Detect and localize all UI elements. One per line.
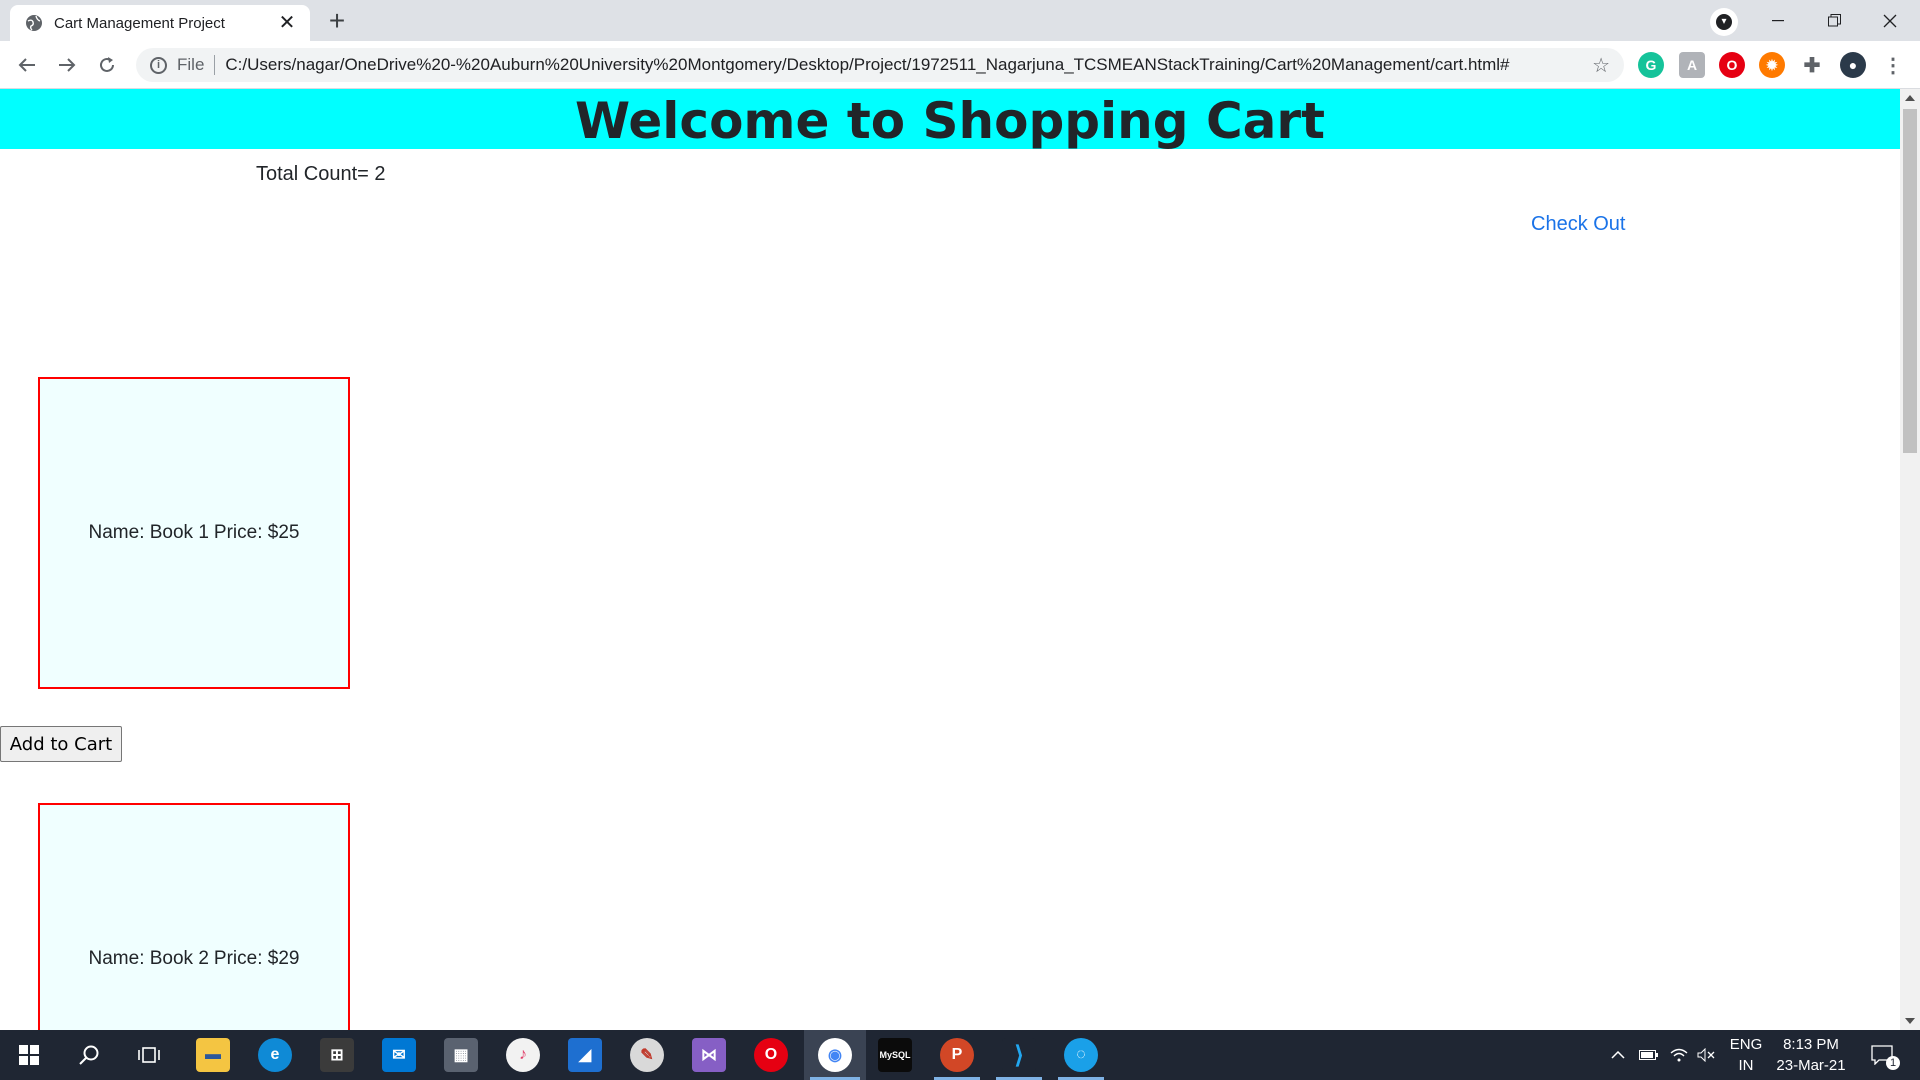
- restore-icon: [1827, 14, 1841, 27]
- product-price: Price: $29: [213, 948, 300, 969]
- app-icon[interactable]: ◢: [568, 1038, 602, 1072]
- globe-icon: [26, 15, 42, 31]
- opera-icon[interactable]: O: [754, 1038, 788, 1072]
- total-count: Total Count= 2: [256, 163, 386, 186]
- app-icon[interactable]: ◌: [1064, 1038, 1098, 1072]
- system-clock[interactable]: 8:13 PM 23-Mar-21: [1768, 1034, 1854, 1076]
- page-title: Welcome to Shopping Cart: [575, 92, 1325, 150]
- address-bar[interactable]: i File C:/Users/nagar/OneDrive%20-%20Aub…: [136, 48, 1624, 82]
- file-explorer-icon[interactable]: ▬: [196, 1038, 230, 1072]
- pdf-icon[interactable]: A: [1679, 52, 1705, 78]
- clock-time: 8:13 PM: [1783, 1036, 1839, 1053]
- powerpoint-icon[interactable]: P: [940, 1038, 974, 1072]
- url-text[interactable]: C:/Users/nagar/OneDrive%20-%20Auburn%20U…: [225, 55, 1592, 75]
- chevron-up-icon[interactable]: [1606, 1030, 1630, 1080]
- language-code: ENG: [1729, 1036, 1763, 1053]
- search-icon[interactable]: [72, 1038, 106, 1072]
- product-name: Name: Book 1: [88, 522, 209, 543]
- star-icon[interactable]: ☆: [1592, 53, 1610, 78]
- chevron-down-icon: ▾: [1716, 14, 1732, 30]
- calculator-icon[interactable]: ▦: [444, 1038, 478, 1072]
- total-count-value: 2: [374, 163, 386, 185]
- page-header: Welcome to Shopping Cart: [0, 89, 1900, 150]
- notification-center[interactable]: 1: [1862, 1030, 1902, 1080]
- scrollbar-thumb[interactable]: [1903, 109, 1917, 453]
- product-card: Name: Book 2 Price: $29: [38, 803, 350, 1030]
- grammarly-icon[interactable]: G: [1638, 52, 1664, 78]
- browser-toolbar: i File C:/Users/nagar/OneDrive%20-%20Aub…: [0, 41, 1920, 89]
- notification-badge: 1: [1886, 1056, 1900, 1070]
- url-divider: [214, 55, 216, 75]
- battery-icon[interactable]: [1636, 1030, 1662, 1080]
- minimize-icon: [1772, 19, 1784, 21]
- page-viewport: Welcome to Shopping Cart Total Count= 2 …: [0, 89, 1900, 1030]
- vertical-scrollbar[interactable]: [1900, 89, 1920, 1030]
- reload-icon: [100, 57, 114, 72]
- info-icon[interactable]: i: [150, 56, 167, 74]
- restore-button[interactable]: [1806, 0, 1862, 41]
- forward-icon: [59, 58, 76, 72]
- task-view-icon[interactable]: [132, 1038, 166, 1072]
- checkout-link[interactable]: Check Out: [1531, 213, 1625, 236]
- back-button[interactable]: [12, 50, 42, 80]
- menu-icon[interactable]: ⋮: [1880, 52, 1906, 78]
- store-icon[interactable]: ⊞: [320, 1038, 354, 1072]
- total-count-label: Total Count=: [256, 163, 369, 185]
- fire-icon[interactable]: ✹: [1759, 52, 1785, 78]
- product-price: Price: $25: [213, 522, 300, 543]
- start-icon[interactable]: [12, 1038, 46, 1072]
- vscode-icon[interactable]: ⟩: [1002, 1038, 1036, 1072]
- forward-button[interactable]: [52, 50, 82, 80]
- browser-tab-strip: Cart Management Project ✕ + ▾: [0, 0, 1920, 41]
- itunes-icon[interactable]: ♪: [506, 1038, 540, 1072]
- volume-muted-icon[interactable]: [1694, 1030, 1720, 1080]
- close-tab-icon[interactable]: ✕: [276, 13, 298, 33]
- scroll-up-arrow-icon[interactable]: [1905, 95, 1915, 101]
- region-code: IN: [1738, 1057, 1754, 1074]
- scroll-down-arrow-icon[interactable]: [1905, 1018, 1915, 1024]
- add-to-cart-button[interactable]: Add to Cart: [0, 726, 122, 762]
- chrome-icon[interactable]: ◉: [818, 1038, 852, 1072]
- extensions-icon[interactable]: ✚: [1799, 52, 1825, 78]
- input-language[interactable]: ENG IN: [1724, 1034, 1768, 1076]
- back-icon: [18, 58, 35, 72]
- minimize-button[interactable]: [1750, 0, 1806, 41]
- new-tab-button[interactable]: +: [320, 7, 354, 36]
- avatar-icon[interactable]: ●: [1840, 52, 1866, 78]
- mysql-icon[interactable]: MySQL: [878, 1038, 912, 1072]
- visual-studio-icon[interactable]: ⋈: [692, 1038, 726, 1072]
- paint-icon[interactable]: ✎: [630, 1038, 664, 1072]
- close-window-button[interactable]: [1862, 0, 1918, 41]
- taskbar: ▬ e ⊞ ✉ ▦ ♪ ◢ ✎ ⋈ O ◉ MySQL P ⟩ ◌ ENG IN…: [0, 1030, 1920, 1080]
- url-scheme: File: [177, 55, 205, 74]
- wifi-icon[interactable]: [1666, 1030, 1692, 1080]
- reload-button[interactable]: [92, 50, 122, 80]
- product-name: Name: Book 2: [88, 948, 209, 969]
- mail-icon[interactable]: ✉: [382, 1038, 416, 1072]
- clock-date: 23-Mar-21: [1776, 1057, 1846, 1074]
- tab-search-button[interactable]: ▾: [1710, 8, 1738, 36]
- opera-icon[interactable]: O: [1719, 52, 1745, 78]
- edge-icon[interactable]: e: [258, 1038, 292, 1072]
- browser-tab[interactable]: Cart Management Project ✕: [10, 5, 310, 41]
- product-card: Name: Book 1 Price: $25: [38, 377, 350, 689]
- close-icon: [1883, 14, 1897, 27]
- tab-title: Cart Management Project: [54, 14, 225, 32]
